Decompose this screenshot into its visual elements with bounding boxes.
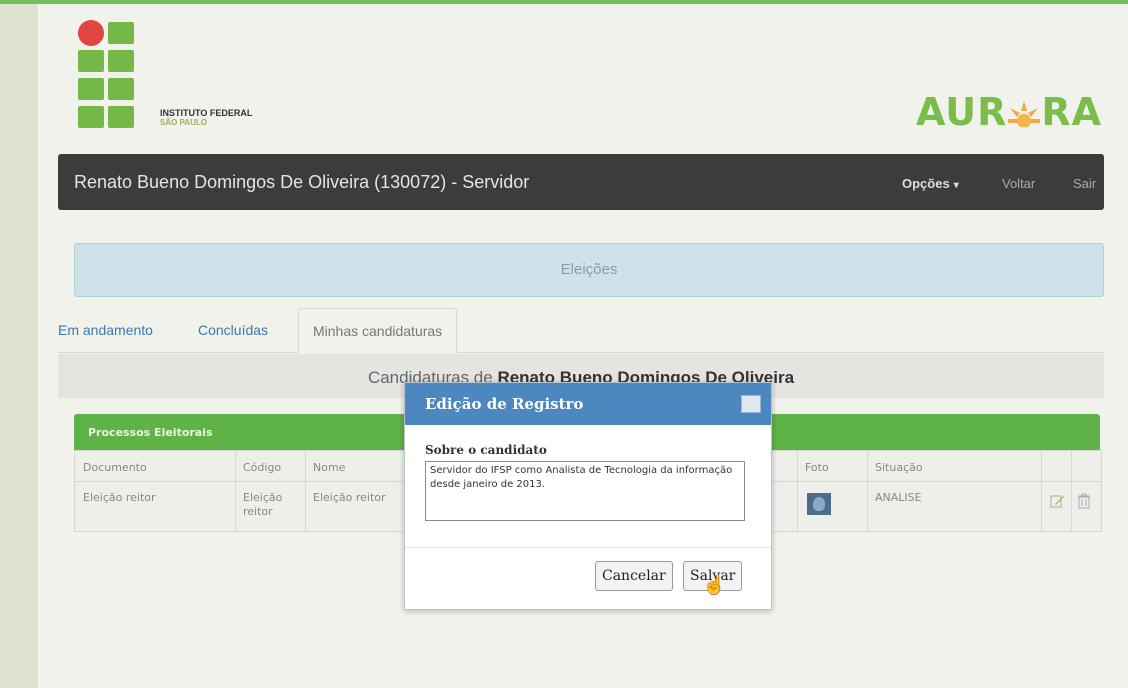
header-foto: Foto [805,461,829,474]
cell-codigo-line2: reitor [243,505,273,518]
about-candidate-textarea[interactable]: Servidor do IFSP como Analista de Tecnol… [425,461,745,521]
logo-square [78,78,104,100]
logo-square [78,106,104,128]
logo-text: INSTITUTO FEDERAL [160,108,253,118]
dialog-header: Edição de Registro [405,383,771,425]
cell-situacao: ANALISE [875,491,922,504]
back-link[interactable]: Voltar [1002,176,1035,191]
logo-square [108,50,134,72]
logo-square [108,106,134,128]
tab-minhas-candidaturas[interactable]: Minhas candidaturas [298,308,458,353]
header-documento: Documento [83,461,147,474]
column-divider [867,451,868,531]
aurora-logo-text-left: AUR [915,90,1008,134]
dialog-divider [405,547,771,548]
cell-codigo: Eleição [243,491,283,504]
trash-icon[interactable] [1077,493,1091,512]
hand-cursor-icon: ☝ [703,575,726,595]
elections-title: Eleições [560,261,618,278]
caret-down-icon: ▾ [953,180,959,191]
about-candidate-label: Sobre o candidato [425,443,547,457]
column-divider [797,451,798,531]
cell-documento: Eleição reitor [83,491,156,504]
page: INSTITUTO FEDERAL SÃO PAULO AUR RA Renato… [38,4,1128,688]
logo-square [108,22,134,44]
logo-square [108,78,134,100]
user-title: Renato Bueno Domingos De Oliveira (13007… [74,172,530,192]
tab-em-andamento[interactable]: Em andamento [58,322,153,338]
logo-square [78,50,104,72]
tabs: Em andamento Concluídas Minhas candidatu… [58,308,1104,353]
logo-subtext: SÃO PAULO [160,118,207,127]
dialog-title: Edição de Registro [425,395,584,413]
top-navbar: Renato Bueno Domingos De Oliveira (13007… [58,154,1104,210]
ifsp-logo: INSTITUTO FEDERAL SÃO PAULO [78,20,278,140]
cell-nome: Eleição reitor [313,491,386,504]
header-situacao: Situação [875,461,923,474]
options-dropdown[interactable]: Opções ▾ [902,176,959,191]
column-divider [1071,451,1072,531]
header-codigo: Código [243,461,282,474]
edit-icon[interactable] [1049,493,1065,512]
logo-red-dot [78,20,104,46]
sun-icon [1007,92,1041,128]
tab-concluidas[interactable]: Concluídas [198,322,268,338]
close-icon[interactable] [741,395,761,413]
options-label: Opções [902,176,950,191]
logout-link[interactable]: Sair [1073,176,1096,191]
column-divider [1041,451,1042,531]
table-title: Processos Eleitorais [88,426,213,439]
elections-panel: Eleições [74,243,1104,297]
candidate-photo [807,493,831,515]
edit-record-dialog: Edição de Registro Sobre o candidato Ser… [404,382,772,610]
aurora-logo: AUR RA [916,90,1102,134]
column-divider [235,451,236,531]
column-divider [305,451,306,531]
tab-label: Minhas candidaturas [313,323,443,339]
cancel-button[interactable]: Cancelar [595,561,673,591]
header-nome: Nome [313,461,346,474]
aurora-logo-text-right: RA [1041,90,1102,134]
